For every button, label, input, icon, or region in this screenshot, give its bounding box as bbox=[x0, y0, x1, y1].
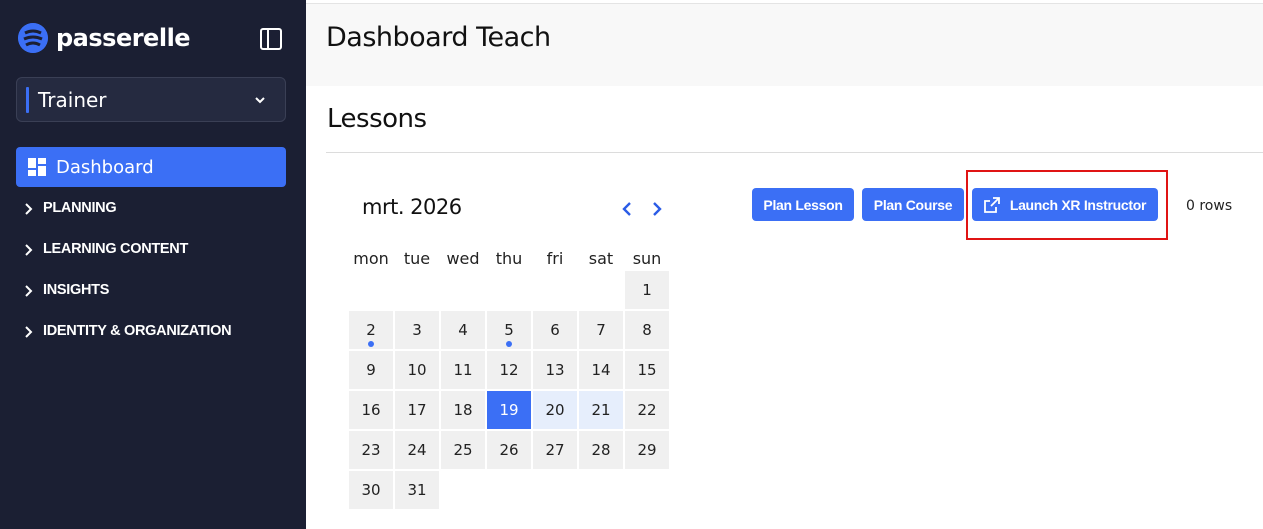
calendar-weekday-label: sun bbox=[632, 249, 662, 268]
calendar-day[interactable]: 1 bbox=[625, 271, 669, 309]
calendar-day[interactable]: 11 bbox=[441, 351, 485, 389]
calendar-day[interactable]: 31 bbox=[395, 471, 439, 509]
chevron-down-icon bbox=[253, 93, 267, 107]
event-dot-indicator bbox=[368, 341, 374, 347]
calendar-day[interactable]: 3 bbox=[395, 311, 439, 349]
role-select[interactable]: Trainer bbox=[16, 77, 286, 122]
calendar-day[interactable]: 12 bbox=[487, 351, 531, 389]
sidebar-item-learning-content[interactable]: LEARNING CONTENT bbox=[24, 238, 188, 260]
sidebar-section-label: LEARNING CONTENT bbox=[43, 241, 189, 257]
calendar-day[interactable]: 23 bbox=[349, 431, 393, 469]
sidebar-section-label: IDENTITY & ORGANIZATION bbox=[43, 323, 232, 339]
chevron-left-icon bbox=[622, 202, 631, 216]
calendar-day[interactable]: 27 bbox=[533, 431, 577, 469]
calendar-weekday-label: sat bbox=[588, 249, 614, 268]
calendar-day[interactable]: 20 bbox=[533, 391, 577, 429]
page-header: Dashboard Teach bbox=[306, 3, 1263, 86]
passerelle-logo-icon bbox=[18, 23, 48, 53]
dashboard-icon bbox=[28, 158, 46, 176]
logo-text: passerelle bbox=[56, 24, 191, 52]
page-title: Dashboard Teach bbox=[326, 22, 551, 53]
chevron-right-icon bbox=[24, 284, 34, 297]
lessons-title: Lessons bbox=[327, 104, 427, 134]
calendar-day[interactable]: 13 bbox=[533, 351, 577, 389]
plan-course-button[interactable]: Plan Course bbox=[862, 188, 964, 221]
calendar-day[interactable]: 26 bbox=[487, 431, 531, 469]
sidebar-section-label: PLANNING bbox=[43, 200, 117, 216]
rows-count: 0 rows bbox=[1186, 198, 1233, 214]
chevron-right-icon bbox=[24, 325, 34, 338]
role-select-value: Trainer bbox=[38, 87, 107, 112]
chevron-right-icon bbox=[24, 202, 34, 215]
event-dot-indicator bbox=[506, 341, 512, 347]
calendar-day[interactable]: 24 bbox=[395, 431, 439, 469]
sidebar-item-dashboard[interactable]: Dashboard bbox=[16, 147, 286, 187]
calendar-day[interactable]: 6 bbox=[533, 311, 577, 349]
calendar-weekday-label: fri bbox=[546, 249, 564, 268]
calendar-day[interactable]: 10 bbox=[395, 351, 439, 389]
calendar-day[interactable]: 28 bbox=[579, 431, 623, 469]
calendar-weekday-label: tue bbox=[403, 249, 431, 268]
calendar-next-button[interactable] bbox=[649, 199, 665, 219]
calendar-weekday-label: wed bbox=[446, 249, 480, 268]
plan-lesson-button[interactable]: Plan Lesson bbox=[752, 188, 854, 221]
role-accent-bar bbox=[26, 86, 29, 113]
calendar-day[interactable]: 22 bbox=[625, 391, 669, 429]
main-content: Dashboard Teach Lessons mrt. 2026 mon tue… bbox=[306, 0, 1263, 529]
calendar-day[interactable]: 9 bbox=[349, 351, 393, 389]
sidebar-item-insights[interactable]: INSIGHTS bbox=[24, 279, 109, 301]
calendar-day[interactable]: 17 bbox=[395, 391, 439, 429]
calendar-month-label: mrt. 2026 bbox=[362, 195, 462, 219]
chevron-right-icon bbox=[24, 243, 34, 256]
calendar-day[interactable]: 15 bbox=[625, 351, 669, 389]
calendar-weekday-label: mon bbox=[353, 249, 389, 268]
calendar-day[interactable]: 25 bbox=[441, 431, 485, 469]
calendar-day[interactable]: 19 bbox=[487, 391, 531, 429]
calendar-day[interactable]: 14 bbox=[579, 351, 623, 389]
calendar-day[interactable]: 21 bbox=[579, 391, 623, 429]
calendar-day[interactable]: 16 bbox=[349, 391, 393, 429]
sidebar-section-label: INSIGHTS bbox=[43, 282, 110, 298]
calendar-day[interactable]: 18 bbox=[441, 391, 485, 429]
calendar-day[interactable]: 5 bbox=[487, 311, 531, 349]
sidebar: passerelle Trainer Dashboard PLANNING LE… bbox=[0, 0, 306, 529]
calendar-day[interactable]: 29 bbox=[625, 431, 669, 469]
sidebar-item-planning[interactable]: PLANNING bbox=[24, 197, 117, 219]
calendar-day[interactable]: 4 bbox=[441, 311, 485, 349]
calendar-day[interactable]: 2 bbox=[349, 311, 393, 349]
calendar-prev-button[interactable] bbox=[619, 199, 635, 219]
sidebar-toggle-icon[interactable] bbox=[259, 27, 283, 51]
sidebar-item-identity-organization[interactable]: IDENTITY & ORGANIZATION bbox=[24, 320, 232, 342]
divider bbox=[326, 152, 1263, 153]
highlight-box bbox=[966, 170, 1168, 240]
calendar-weekday-label: thu bbox=[495, 249, 523, 268]
calendar-day[interactable]: 30 bbox=[349, 471, 393, 509]
calendar-day[interactable]: 7 bbox=[579, 311, 623, 349]
calendar-day[interactable]: 8 bbox=[625, 311, 669, 349]
logo[interactable]: passerelle bbox=[18, 22, 191, 54]
chevron-right-icon bbox=[653, 202, 662, 216]
sidebar-item-label: Dashboard bbox=[56, 156, 154, 178]
